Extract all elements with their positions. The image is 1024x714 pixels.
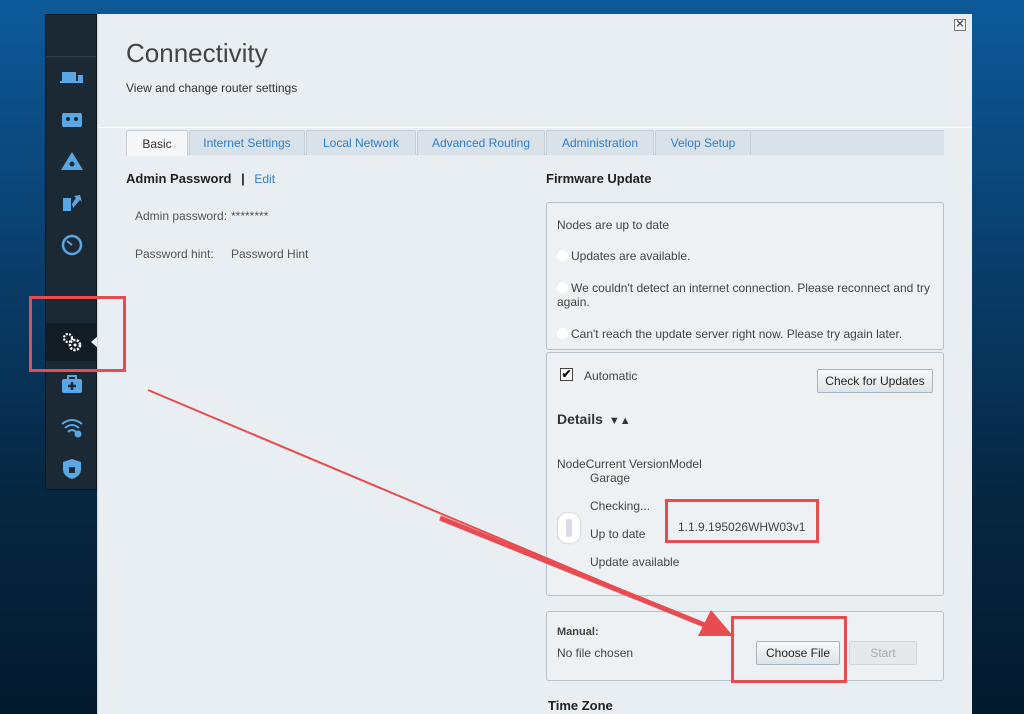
sidebar-item-parental[interactable] xyxy=(46,103,98,135)
no-file-chosen-text: No file chosen xyxy=(557,646,634,660)
status-server-unreachable: Can't reach the update server right now.… xyxy=(557,327,902,341)
page-subtitle: View and change router settings xyxy=(126,81,298,95)
sidebar-item-devices[interactable] xyxy=(46,61,98,93)
edit-password-link[interactable]: Edit xyxy=(254,172,275,186)
sidebar-item-prioritization[interactable] xyxy=(46,187,98,219)
sidebar-item-security[interactable] xyxy=(46,453,98,485)
time-zone-heading: Time Zone xyxy=(548,698,613,713)
start-button[interactable]: Start xyxy=(849,641,917,665)
heading-separator: | xyxy=(241,171,245,186)
firmware-status-box: Nodes are up to date Updates are availab… xyxy=(546,202,944,350)
node-device-image xyxy=(558,513,580,543)
up-to-date-status: Up to date xyxy=(590,527,646,541)
status-no-internet: We couldn't detect an internet connectio… xyxy=(557,281,930,309)
details-table-header: NodeCurrent VersionModel xyxy=(557,457,702,471)
parental-controls-icon xyxy=(62,113,82,127)
highlight-choose-file xyxy=(731,616,847,683)
sidebar-item-speed-test[interactable] xyxy=(46,229,98,261)
tab-advanced-routing[interactable]: Advanced Routing xyxy=(417,130,545,155)
tab-bar-filler xyxy=(751,130,944,155)
header-divider xyxy=(98,127,972,128)
admin-password-label: Admin password: xyxy=(135,209,228,223)
details-toggle-icon[interactable]: ▼▲ xyxy=(609,415,631,427)
tab-velop-setup[interactable]: Velop Setup xyxy=(655,130,751,155)
network-map-icon xyxy=(61,152,83,170)
sidebar-item-network-map[interactable] xyxy=(46,145,98,177)
admin-password-heading: Admin Password | Edit xyxy=(126,171,275,186)
password-hint-label: Password hint: xyxy=(135,247,214,261)
troubleshooting-icon xyxy=(62,375,82,393)
shield-icon xyxy=(63,459,81,479)
sidebar-item-troubleshooting[interactable] xyxy=(46,369,98,401)
highlight-firmware-version xyxy=(665,499,819,543)
sidebar-item-wireless[interactable] xyxy=(46,411,98,443)
speed-test-icon xyxy=(61,234,83,256)
status-dot xyxy=(557,250,568,261)
devices-icon xyxy=(60,72,83,83)
tab-local-network[interactable]: Local Network xyxy=(306,130,416,155)
admin-password-title: Admin Password xyxy=(126,171,232,186)
automatic-checkbox[interactable]: ✔ xyxy=(560,368,573,381)
firmware-update-heading: Firmware Update xyxy=(546,171,652,186)
tab-basic[interactable]: Basic xyxy=(126,130,188,156)
check-for-updates-button[interactable]: Check for Updates xyxy=(817,369,933,393)
node-name: Garage xyxy=(590,471,631,485)
password-hint-value: Password Hint xyxy=(231,247,309,261)
highlight-gear-sidebar xyxy=(29,296,126,372)
close-icon[interactable]: ✕ xyxy=(954,19,966,31)
status-dot xyxy=(557,328,568,339)
automatic-label: Automatic xyxy=(584,369,638,383)
status-up-to-date: Nodes are up to date xyxy=(557,218,670,232)
status-updates-available: Updates are available. xyxy=(557,249,690,263)
checking-status: Checking... xyxy=(590,499,651,513)
main-nav-sidebar xyxy=(45,14,99,490)
details-heading: Details ▼▲ xyxy=(557,411,631,427)
admin-password-value: ******** xyxy=(231,209,269,223)
details-label: Details xyxy=(557,411,603,427)
manual-label: Manual: xyxy=(557,626,599,638)
connectivity-panel: ✕ Connectivity View and change router se… xyxy=(97,14,972,714)
tab-internet-settings[interactable]: Internet Settings xyxy=(189,130,305,155)
firmware-details-box: ✔ Automatic Check for Updates Details ▼▲… xyxy=(546,352,944,596)
tab-administration[interactable]: Administration xyxy=(546,130,654,155)
media-prioritization-icon xyxy=(63,195,82,211)
tab-bar: Basic Internet Settings Local Network Ad… xyxy=(126,130,944,156)
page-title: Connectivity xyxy=(126,38,268,68)
sidebar-header xyxy=(46,15,96,57)
wireless-icon xyxy=(61,419,83,438)
status-dot xyxy=(557,282,568,293)
update-available-status: Update available xyxy=(590,555,680,569)
